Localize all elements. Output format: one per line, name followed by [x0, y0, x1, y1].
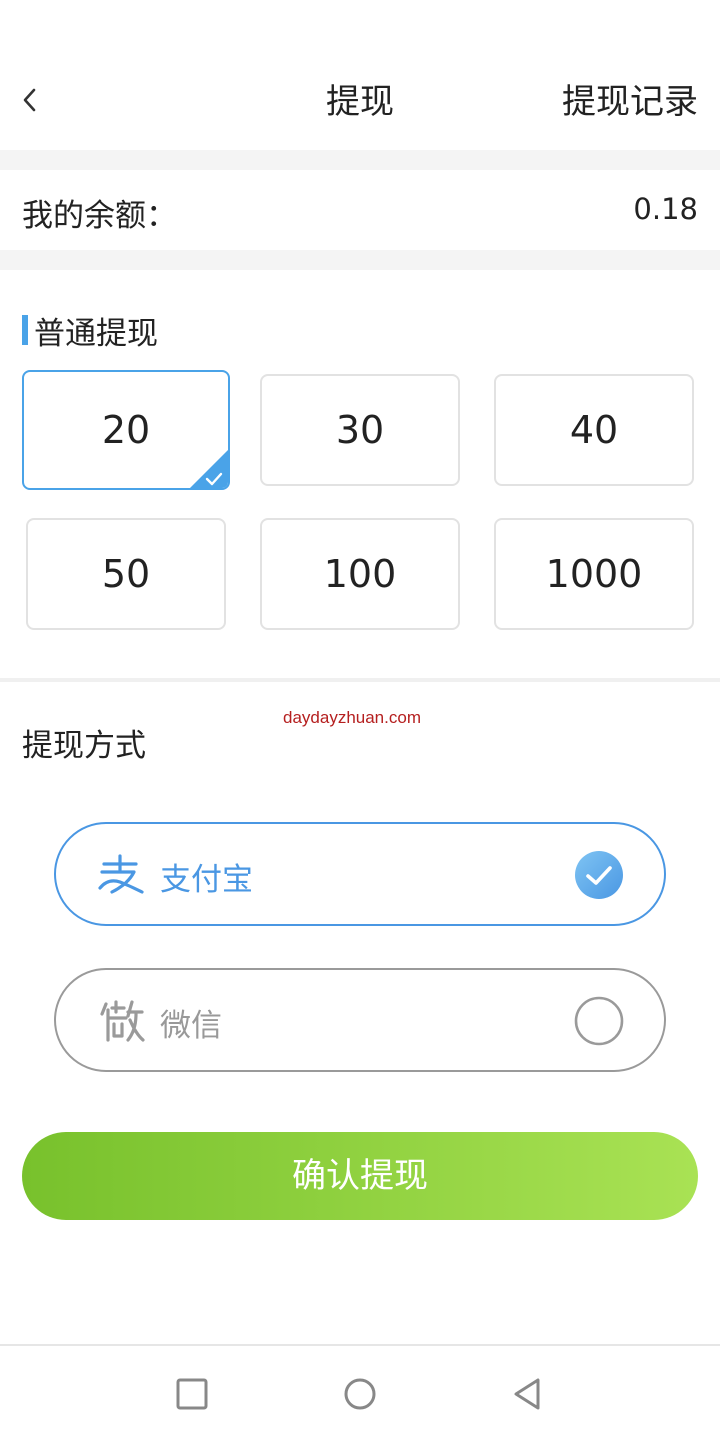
amount-label: 50	[101, 552, 151, 596]
pay-option-alipay[interactable]: 支付宝	[54, 822, 666, 926]
amount-label: 40	[569, 408, 619, 452]
selected-check-icon	[190, 450, 228, 488]
recent-apps-button[interactable]	[172, 1374, 212, 1414]
pay-option-wechat[interactable]: 微信	[54, 968, 666, 1072]
amount-option-50[interactable]: 50	[26, 518, 226, 630]
pay-option-label: 支付宝	[160, 862, 253, 898]
amount-label: 100	[323, 552, 397, 596]
balance-label: 我的余额：	[22, 198, 177, 234]
confirm-withdraw-button[interactable]: 确认提现	[22, 1132, 698, 1220]
normal-withdraw-title-text: 普通提现	[34, 315, 158, 352]
amount-option-1000[interactable]: 1000	[494, 518, 694, 630]
amount-option-30[interactable]: 30	[260, 374, 460, 486]
withdraw-record-link[interactable]: 提现记录	[562, 74, 698, 123]
normal-withdraw-title: 普通提现	[22, 310, 158, 352]
wechat-icon	[100, 1000, 145, 1042]
pay-option-label: 微信	[160, 1008, 222, 1044]
amount-option-20[interactable]: 20	[22, 370, 230, 490]
back-nav-icon	[514, 1378, 540, 1410]
system-nav-bar	[0, 1344, 720, 1440]
amount-option-100[interactable]: 100	[260, 518, 460, 630]
recent-apps-icon	[176, 1378, 208, 1410]
amount-label: 20	[101, 408, 151, 452]
section-gap	[0, 150, 720, 170]
section-accent-bar	[22, 315, 28, 345]
header: 提现 提现记录	[0, 50, 720, 150]
home-icon	[344, 1378, 376, 1410]
amount-label: 30	[335, 408, 385, 452]
withdraw-method-title: 提现方式	[22, 728, 146, 764]
balance-row: 我的余额： 0.18	[0, 170, 720, 250]
amount-option-40[interactable]: 40	[494, 374, 694, 486]
section-divider	[0, 678, 720, 682]
status-bar	[0, 0, 720, 50]
back-nav-button[interactable]	[508, 1374, 548, 1414]
radio-checked-icon	[575, 851, 623, 899]
home-button[interactable]	[340, 1374, 380, 1414]
alipay-icon	[98, 854, 144, 894]
amount-label: 1000	[545, 552, 643, 596]
watermark: daydayzhuan.com	[283, 708, 421, 727]
balance-value: 0.18	[633, 192, 698, 226]
radio-unchecked-icon	[574, 996, 624, 1046]
section-gap	[0, 250, 720, 270]
